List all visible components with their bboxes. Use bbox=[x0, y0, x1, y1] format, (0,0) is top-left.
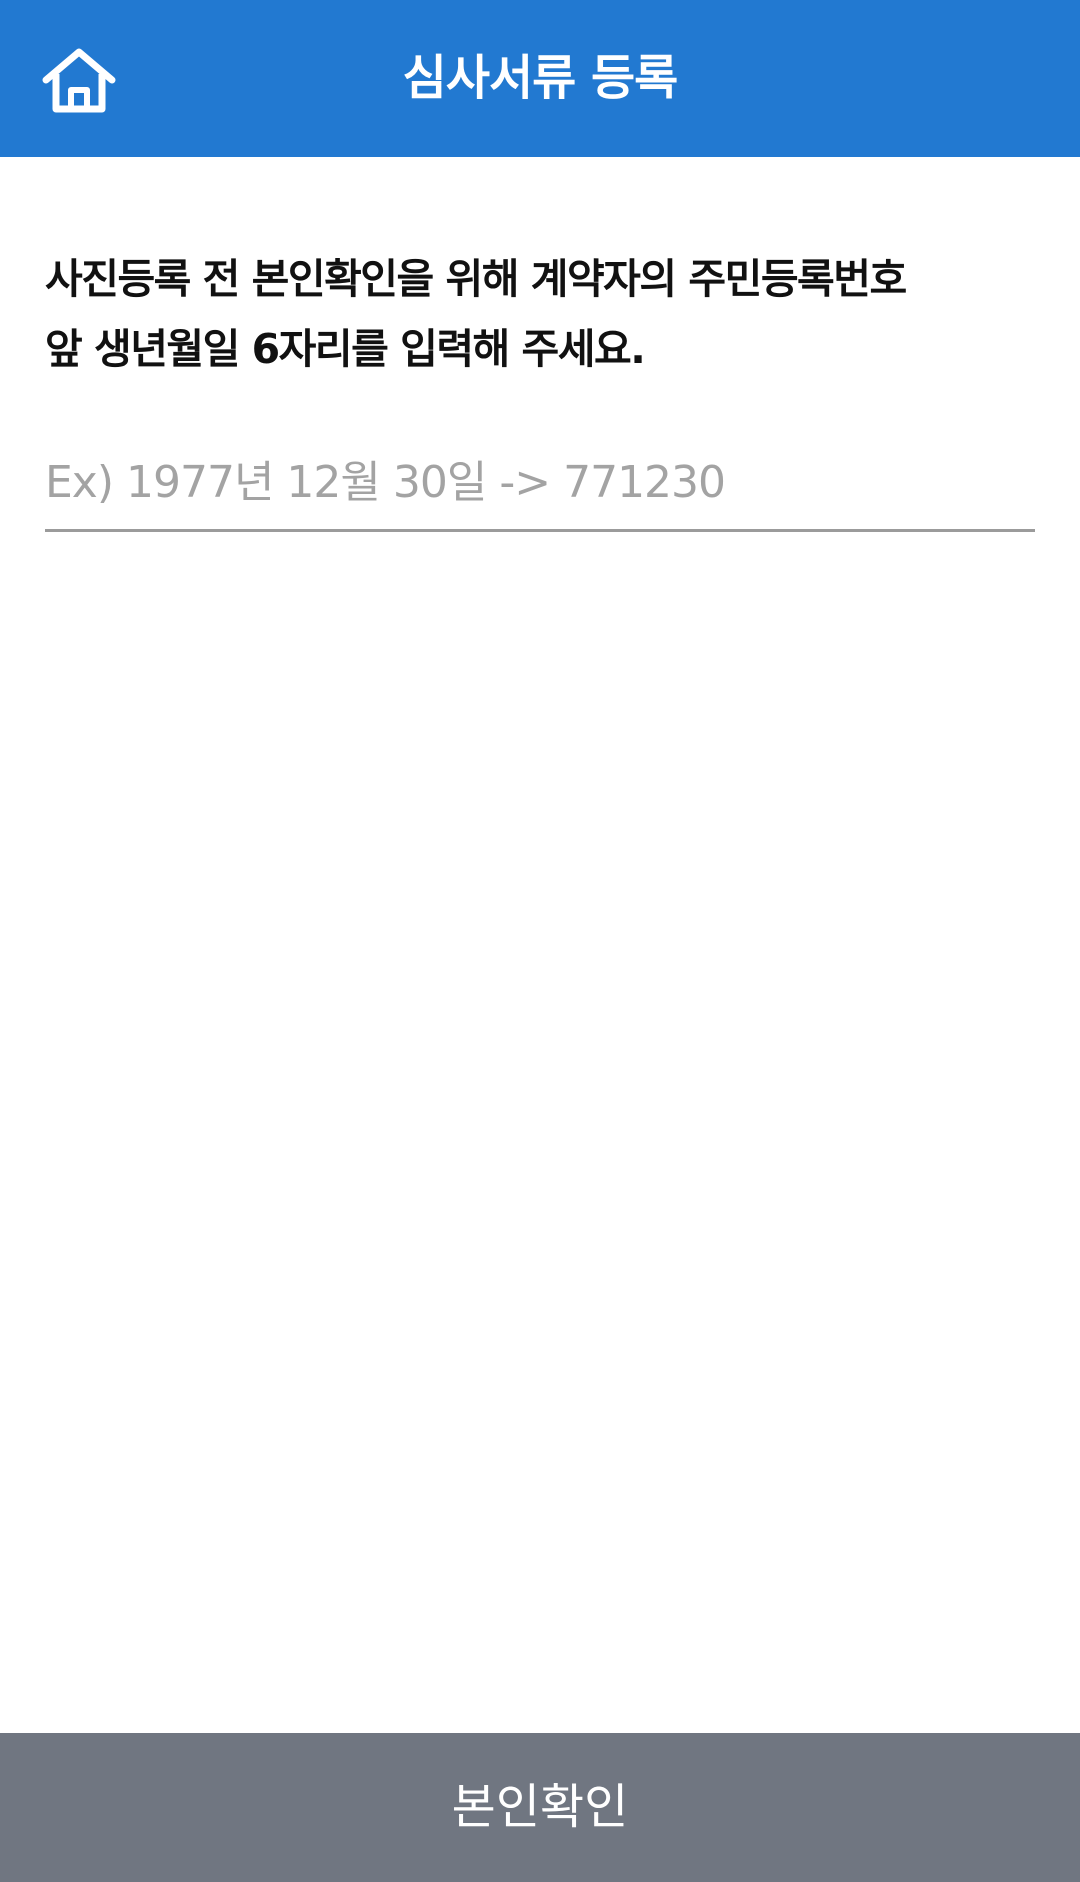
page-title: 심사서류 등록 bbox=[402, 50, 679, 106]
identity-confirm-button[interactable]: 본인확인 bbox=[0, 1733, 1080, 1882]
instruction-line-2: 앞 생년월일 6자리를 입력해 주세요. bbox=[45, 325, 646, 373]
instruction-text: 사진등록 전 본인확인을 위해 계약자의 주민등록번호 앞 생년월일 6자리를 … bbox=[45, 244, 1045, 384]
birthdate-input[interactable] bbox=[45, 436, 1035, 532]
instruction-line-1: 사진등록 전 본인확인을 위해 계약자의 주민등록번호 bbox=[45, 255, 907, 303]
app-header: 심사서류 등록 bbox=[0, 0, 1080, 157]
